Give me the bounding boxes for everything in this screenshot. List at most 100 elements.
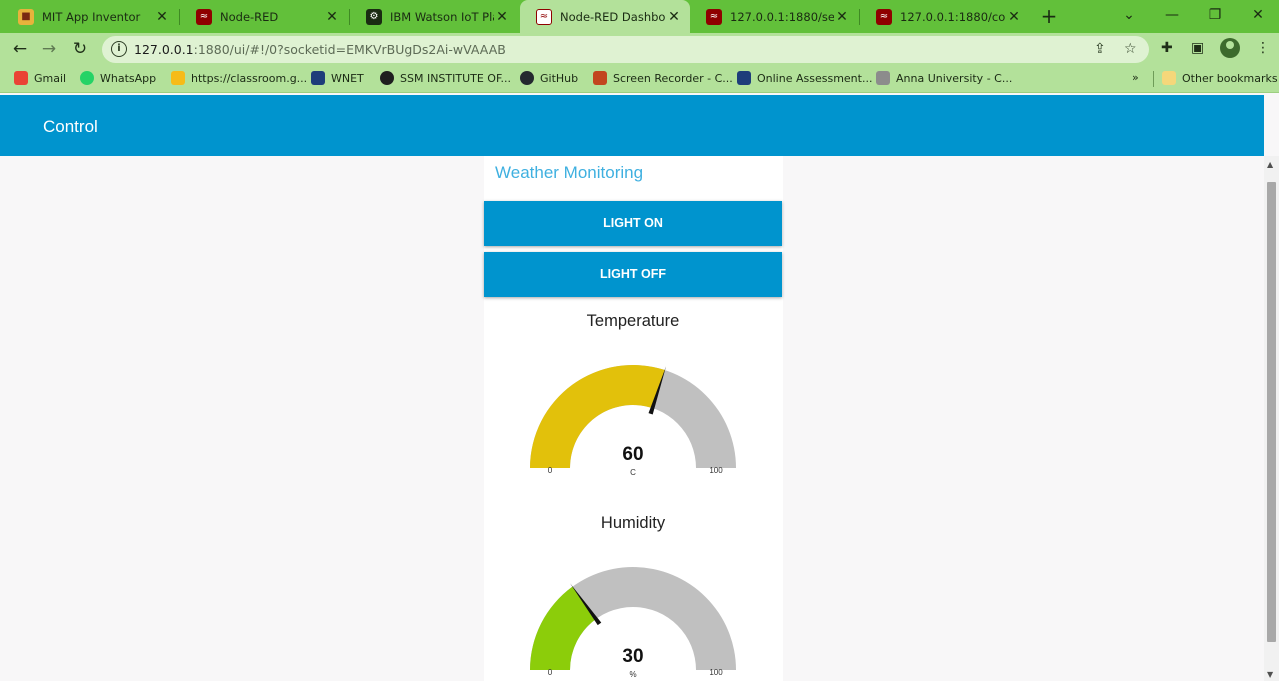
close-icon[interactable]: ✕: [834, 9, 850, 25]
light-off-button[interactable]: LIGHT OFF: [484, 252, 782, 297]
bookmark-label: Online Assessment...: [757, 71, 873, 85]
bookmark-label: https://classroom.g...: [191, 71, 308, 85]
bookmark-whatsapp[interactable]: WhatsApp: [80, 71, 156, 85]
url-text[interactable]: 127.0.0.1:1880/ui/#!/0?socketid=EMKVrBUg…: [134, 42, 506, 57]
close-icon[interactable]: ✕: [1006, 9, 1022, 25]
gauge-max-label: 100: [709, 466, 723, 475]
bookmark-label: Other bookmarks: [1182, 71, 1278, 85]
tab-node-red[interactable]: ≈ Node-RED ✕: [180, 0, 348, 33]
menu-icon[interactable]: ⋮: [1256, 40, 1270, 56]
close-icon[interactable]: ✕: [324, 9, 340, 25]
gauge-value: 60: [622, 444, 643, 465]
dashboard-page: Control Weather Monitoring LIGHT ON LIGH…: [0, 95, 1279, 681]
bookmark-label: SSM INSTITUTE OF...: [400, 71, 512, 85]
tab-title: 127.0.0.1:1880/control: [900, 9, 1006, 24]
node-red-icon: ≈: [196, 8, 212, 25]
address-bar[interactable]: i 127.0.0.1:1880/ui/#!/0?socketid=EMKVrB…: [102, 36, 1149, 63]
bookmark-star-icon[interactable]: ☆: [1124, 41, 1137, 57]
page-title: Control: [43, 117, 98, 136]
tab-node-red-dashboard[interactable]: ≈ Node-RED Dashboard ✕: [520, 0, 690, 33]
scroll-down-icon[interactable]: ▼: [1267, 670, 1273, 679]
new-tab-button[interactable]: +: [1038, 5, 1060, 27]
minimize-button[interactable]: —: [1152, 0, 1192, 30]
close-icon[interactable]: ✕: [666, 9, 682, 25]
gauge-title-temperature: Temperature: [586, 312, 680, 330]
extensions-icon[interactable]: ✚: [1161, 40, 1173, 56]
tab-title: IBM Watson IoT Platfo: [390, 9, 494, 24]
tab-sensor[interactable]: ≈ 127.0.0.1:1880/sensor ✕: [690, 0, 858, 33]
bookmark-other[interactable]: Other bookmarks: [1162, 71, 1278, 85]
gauge-value: 30: [622, 646, 643, 667]
bookmark-ssm[interactable]: SSM INSTITUTE OF...: [380, 71, 511, 85]
reload-button[interactable]: ↻: [68, 37, 92, 61]
scroll-up-icon[interactable]: ▲: [1267, 160, 1273, 169]
tab-search-icon[interactable]: ⌄: [1109, 0, 1149, 30]
whatsapp-icon: [80, 71, 94, 85]
tab-ibm-watson[interactable]: ⚙ IBM Watson IoT Platfo ✕: [350, 0, 518, 33]
tab-title: Node-RED Dashboard: [560, 9, 666, 24]
forward-button[interactable]: →: [37, 37, 61, 61]
tab-title: 127.0.0.1:1880/sensor: [730, 9, 834, 24]
url-path: :1880/ui/#!/0?socketid=EMKVrBUgDs2Ai-wVA…: [193, 42, 506, 57]
mit-app-inventor-icon: ■: [18, 8, 34, 25]
gauge-units: %: [629, 670, 636, 679]
humidity-gauge: 30% 0 100: [530, 567, 736, 679]
back-button[interactable]: ←: [8, 37, 32, 61]
bookmark-github[interactable]: GitHub: [520, 71, 578, 85]
share-icon[interactable]: ⇪: [1094, 41, 1106, 57]
bookmark-label: Gmail: [34, 71, 67, 85]
bookmark-screen-recorder[interactable]: Screen Recorder - C...: [593, 71, 733, 85]
gauge-min-label: 0: [548, 466, 553, 475]
node-red-icon: ≈: [706, 8, 722, 25]
dashboard-header: Control: [0, 95, 1264, 156]
restore-button[interactable]: ❐: [1195, 0, 1235, 30]
light-on-button[interactable]: LIGHT ON: [484, 201, 782, 246]
node-red-icon: ≈: [876, 8, 892, 25]
bookmark-label: WhatsApp: [100, 71, 157, 85]
browser-toolbar: ← → ↻ i 127.0.0.1:1880/ui/#!/0?socketid=…: [0, 33, 1279, 65]
tab-control[interactable]: ≈ 127.0.0.1:1880/control ✕: [860, 0, 1030, 33]
screen-recorder-icon: [593, 71, 607, 85]
bookmark-label: Screen Recorder - C...: [613, 71, 733, 85]
bookmark-online-assessment[interactable]: Online Assessment...: [737, 71, 872, 85]
scrollbar-thumb[interactable]: [1267, 182, 1276, 642]
group-title: Weather Monitoring: [495, 163, 644, 182]
folder-icon: [1162, 71, 1176, 85]
gauge-fill: [530, 365, 665, 468]
tab-strip: ■ MIT App Inventor ✕ ≈ Node-RED ✕ ⚙ IBM …: [0, 0, 1279, 33]
globe-icon: [380, 71, 394, 85]
gauge-units: C: [630, 468, 636, 477]
bookmark-classroom[interactable]: https://classroom.g...: [171, 71, 307, 85]
anna-university-icon: [876, 71, 890, 85]
site-info-icon[interactable]: i: [111, 41, 127, 57]
bookmark-gmail[interactable]: Gmail: [14, 71, 66, 85]
bookmark-label: Anna University - C...: [896, 71, 1013, 85]
bookmark-wnet[interactable]: WNET: [311, 71, 364, 85]
bookmark-label: WNET: [331, 71, 364, 85]
github-icon: [520, 71, 534, 85]
ibm-watson-icon: ⚙: [366, 8, 382, 25]
bookmarks-overflow-icon[interactable]: »: [1132, 71, 1139, 84]
gmail-icon: [14, 71, 28, 85]
close-icon[interactable]: ✕: [154, 9, 170, 25]
url-host: 127.0.0.1: [134, 42, 194, 57]
bookmark-label: GitHub: [540, 71, 579, 85]
tab-mit-app-inventor[interactable]: ■ MIT App Inventor ✕: [2, 0, 178, 33]
tab-title: MIT App Inventor: [42, 9, 141, 24]
temperature-gauge: 60 C 0 100: [530, 365, 736, 477]
group-card: Weather Monitoring LIGHT ON LIGHT OFF Te…: [484, 156, 783, 681]
close-window-button[interactable]: ✕: [1238, 0, 1278, 30]
bookmark-separator: [1153, 71, 1154, 87]
bookmarks-bar: Gmail WhatsApp https://classroom.g... WN…: [0, 65, 1279, 93]
node-red-icon: ≈: [536, 8, 552, 25]
close-icon[interactable]: ✕: [494, 9, 510, 25]
tab-title: Node-RED: [220, 9, 279, 24]
profile-avatar[interactable]: [1220, 38, 1240, 58]
bookmark-anna-university[interactable]: Anna University - C...: [876, 71, 1012, 85]
wnet-icon: [311, 71, 325, 85]
wnet-icon: [737, 71, 751, 85]
vertical-scrollbar[interactable]: ▲ ▼: [1264, 156, 1279, 681]
side-panel-icon[interactable]: ▣: [1191, 40, 1204, 56]
gauge-title-humidity: Humidity: [600, 514, 666, 532]
gauge-min-label: 0: [548, 668, 553, 677]
